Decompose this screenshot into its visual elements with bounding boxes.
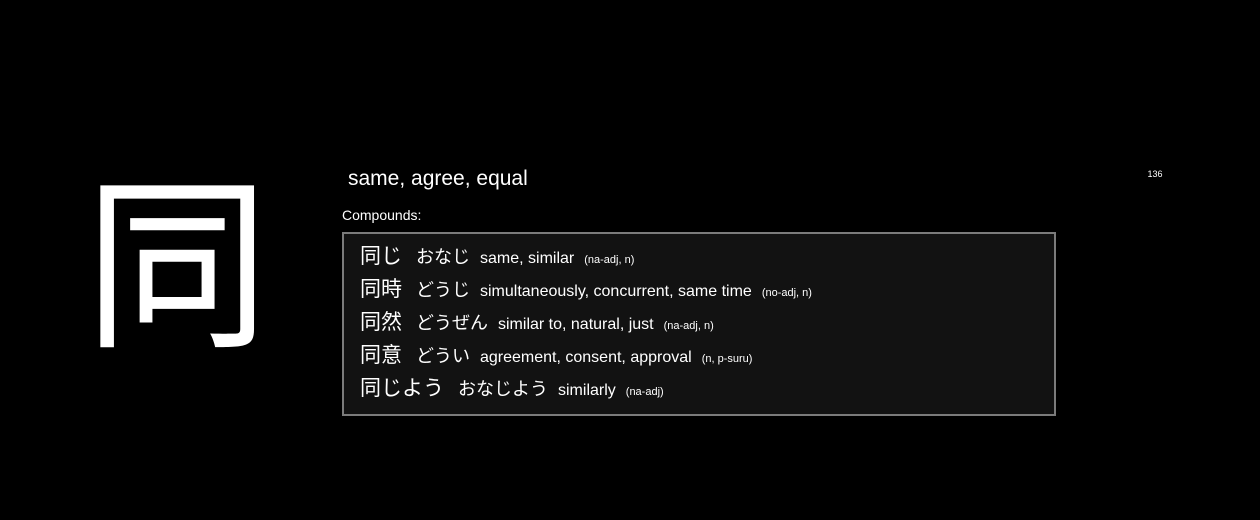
compound-pos: (n, p-suru) <box>701 353 753 365</box>
compound-list: 同じ おなじ same, similar (na-adj, n) 同時 どうじ … <box>344 234 1054 405</box>
compound-row: 同意 どうい agreement, consent, approval (n, … <box>360 339 1054 372</box>
compound-word: 同意 <box>360 343 402 367</box>
kanji-card: 同 same, agree, equal 136 Compounds: 同じ お… <box>0 0 1260 520</box>
compound-row: 同じよう おなじよう similarly (na-adj) <box>360 372 1054 405</box>
compound-word: 同じよう <box>360 376 444 400</box>
compound-reading: おなじよう <box>458 379 548 400</box>
compound-row: 同然 どうぜん similar to, natural, just (na-ad… <box>360 306 1054 339</box>
compound-gloss: similarly <box>558 382 616 399</box>
kanji-character: 同 <box>84 159 271 376</box>
compound-word: 同じ <box>360 244 402 268</box>
compound-word: 同時 <box>360 277 402 301</box>
compound-row: 同時 どうじ simultaneously, concurrent, same … <box>360 273 1054 306</box>
compound-word: 同然 <box>360 310 402 334</box>
compound-pos: (na-adj) <box>625 386 664 398</box>
compound-pos: (na-adj, n) <box>584 254 635 266</box>
kanji-meaning: same, agree, equal <box>348 167 528 190</box>
compound-reading: おなじ <box>416 247 470 268</box>
compound-pos: (no-adj, n) <box>761 287 812 299</box>
compound-row: 同じ おなじ same, similar (na-adj, n) <box>360 240 1054 273</box>
compound-reading: どうい <box>416 346 470 367</box>
compounds-label: Compounds: <box>342 207 422 223</box>
compounds-box: 同じ おなじ same, similar (na-adj, n) 同時 どうじ … <box>342 232 1056 416</box>
kanji-counter: 136 <box>1147 169 1163 179</box>
compound-reading: どうぜん <box>416 313 488 334</box>
compound-gloss: simultaneously, concurrent, same time <box>480 283 752 300</box>
compound-pos: (na-adj, n) <box>663 320 714 332</box>
compound-gloss: similar to, natural, just <box>498 316 654 333</box>
compound-gloss: agreement, consent, approval <box>480 349 692 366</box>
compound-gloss: same, similar <box>480 250 575 267</box>
compound-reading: どうじ <box>416 280 470 301</box>
